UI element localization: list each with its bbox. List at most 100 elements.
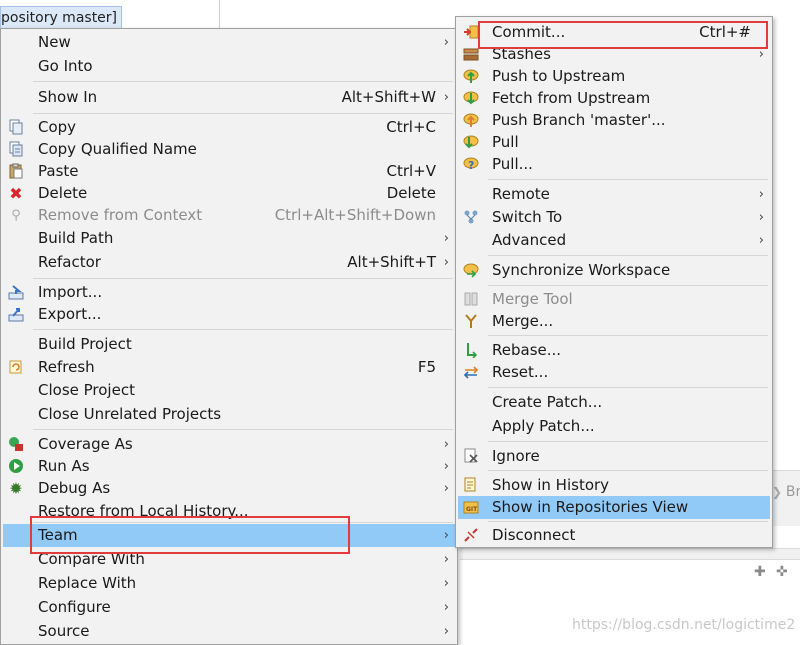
merge-tool-icon <box>462 291 480 308</box>
repositories-view-icon: GIT <box>462 499 480 516</box>
menu-item-replace-with[interactable]: Replace With › <box>3 572 455 595</box>
breadcrumb-label: Bre <box>785 484 800 500</box>
expand-all-icon[interactable]: ✚ <box>754 564 766 580</box>
menu-separator <box>488 441 768 442</box>
submenu-item-merge-tool[interactable]: Merge Tool <box>458 288 770 311</box>
chevron-right-icon: › <box>443 231 449 246</box>
chevron-right-icon: › <box>758 233 764 248</box>
menu-item-label: Replace With <box>38 574 137 592</box>
menu-item-label: Build Path <box>38 229 114 247</box>
background-toolbar-strip <box>460 548 800 560</box>
submenu-item-pull[interactable]: Pull <box>458 131 770 154</box>
submenu-item-create-patch[interactable]: Create Patch... <box>458 391 770 414</box>
paste-icon <box>7 163 25 180</box>
submenu-item-rebase[interactable]: Rebase... <box>458 339 770 362</box>
menu-item-refactor[interactable]: Refactor Alt+Shift+T › <box>3 251 455 274</box>
menu-item-run-as[interactable]: Run As › <box>3 455 455 478</box>
submenu-item-fetch-from-upstream[interactable]: Fetch from Upstream <box>458 87 770 110</box>
fetch-upstream-icon <box>462 90 480 107</box>
submenu-item-apply-patch[interactable]: Apply Patch... <box>458 415 770 438</box>
menu-item-shortcut: Ctrl+Alt+Shift+Down <box>274 206 436 224</box>
submenu-item-label: Apply Patch... <box>492 417 595 435</box>
submenu-item-switch-to[interactable]: Switch To › <box>458 206 770 229</box>
submenu-item-push-branch[interactable]: Push Branch 'master'... <box>458 109 770 132</box>
submenu-item-label: Advanced <box>492 231 567 249</box>
chevron-right-icon: › <box>443 600 449 615</box>
submenu-item-label: Pull <box>492 133 519 151</box>
menu-item-label: Close Project <box>38 381 135 399</box>
pull-icon <box>462 134 480 151</box>
menu-item-refresh[interactable]: Refresh F5 <box>3 356 455 379</box>
submenu-item-ignore[interactable]: Ignore <box>458 445 770 468</box>
menu-separator <box>488 179 768 180</box>
menu-separator <box>488 521 768 522</box>
menu-item-shortcut: Alt+Shift+T <box>347 253 436 271</box>
submenu-item-reset[interactable]: Reset... <box>458 361 770 384</box>
chevron-right-icon: › <box>443 481 449 496</box>
menu-item-shortcut: Ctrl+C <box>386 118 436 136</box>
synchronize-icon <box>462 262 480 279</box>
switch-to-icon <box>462 209 480 226</box>
submenu-item-show-in-repositories-view[interactable]: GIT Show in Repositories View <box>458 496 770 519</box>
menu-item-paste[interactable]: Paste Ctrl+V <box>3 160 455 183</box>
menu-item-source[interactable]: Source › <box>3 620 455 643</box>
ignore-icon <box>462 448 480 465</box>
menu-item-delete[interactable]: ✖ Delete Delete <box>3 182 455 205</box>
menu-item-shortcut: F5 <box>417 358 436 376</box>
chevron-right-icon: › <box>758 210 764 225</box>
team-submenu: Commit... Ctrl+# Stashes › Push to Upstr… <box>455 16 773 548</box>
submenu-item-label: Rebase... <box>492 341 562 359</box>
menu-separator <box>488 387 768 388</box>
menu-item-remove-from-context[interactable]: ⚲ Remove from Context Ctrl+Alt+Shift+Dow… <box>3 204 455 227</box>
project-explorer-tab-label: pository master] <box>1 10 118 26</box>
submenu-item-remote[interactable]: Remote › <box>458 183 770 206</box>
menu-item-close-unrelated-projects[interactable]: Close Unrelated Projects <box>3 403 455 426</box>
disconnect-icon <box>462 527 480 544</box>
menu-item-shortcut: Ctrl+V <box>386 162 436 180</box>
menu-item-new[interactable]: New › <box>3 31 455 54</box>
debug-icon: ✹ <box>9 479 23 498</box>
export-icon <box>7 306 25 323</box>
submenu-item-show-in-history[interactable]: Show in History <box>458 474 770 497</box>
menu-item-show-in[interactable]: Show In Alt+Shift+W › <box>3 86 455 109</box>
menu-item-go-into[interactable]: Go Into <box>3 55 455 78</box>
menu-item-export[interactable]: Export... <box>3 303 455 326</box>
submenu-item-label: Show in Repositories View <box>492 498 689 516</box>
menu-item-close-project[interactable]: Close Project <box>3 379 455 402</box>
coverage-icon <box>7 436 25 453</box>
copy-icon <box>7 119 25 136</box>
menu-item-label: Copy Qualified Name <box>38 140 197 158</box>
submenu-item-pull-dialog[interactable]: ? Pull... <box>458 153 770 176</box>
menu-separator <box>33 278 453 279</box>
menu-item-debug-as[interactable]: ✹ Debug As › <box>3 477 455 500</box>
menu-item-label: Run As <box>38 457 90 475</box>
menu-item-import[interactable]: Import... <box>3 281 455 304</box>
menu-item-label: Build Project <box>38 335 132 353</box>
submenu-item-advanced[interactable]: Advanced › <box>458 229 770 252</box>
submenu-item-label: Push to Upstream <box>492 67 626 85</box>
submenu-item-label: Disconnect <box>492 526 576 544</box>
run-icon <box>7 458 25 475</box>
menu-item-coverage-as[interactable]: Coverage As › <box>3 433 455 456</box>
editor-divider <box>219 0 220 30</box>
chevron-right-icon: › <box>443 528 449 543</box>
submenu-item-label: Switch To <box>492 208 563 226</box>
submenu-item-merge[interactable]: Merge... <box>458 310 770 333</box>
menu-item-copy-qualified-name[interactable]: Copy Qualified Name <box>3 138 455 161</box>
menu-item-build-path[interactable]: Build Path › <box>3 227 455 250</box>
menu-item-copy[interactable]: Copy Ctrl+C <box>3 116 455 139</box>
history-icon <box>462 477 480 494</box>
reset-icon <box>462 364 480 381</box>
breadcrumb-fragment: ❯ Bre <box>772 484 800 500</box>
remove-context-icon: ⚲ <box>11 208 21 223</box>
menu-item-label: Configure <box>38 598 111 616</box>
menu-item-build-project[interactable]: Build Project <box>3 333 455 356</box>
submenu-item-disconnect[interactable]: Disconnect <box>458 524 770 547</box>
collapse-all-icon[interactable]: ✜ <box>776 564 788 580</box>
project-explorer-tab[interactable]: pository master] <box>0 6 123 30</box>
menu-item-configure[interactable]: Configure › <box>3 596 455 619</box>
submenu-item-push-to-upstream[interactable]: Push to Upstream <box>458 65 770 88</box>
team-highlight-box <box>30 516 350 554</box>
push-upstream-icon <box>462 68 480 85</box>
submenu-item-synchronize-workspace[interactable]: Synchronize Workspace <box>458 259 770 282</box>
